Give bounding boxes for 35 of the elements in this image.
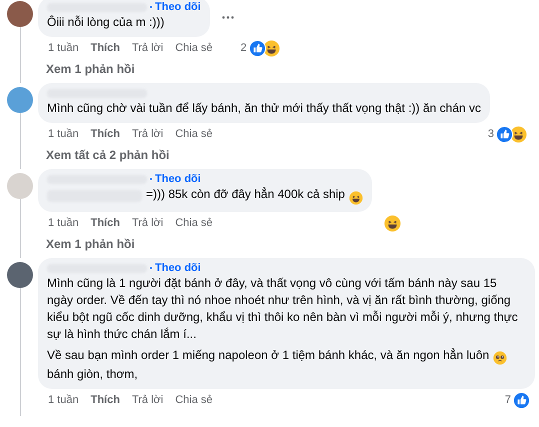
view-replies-link[interactable]: Xem tất cả 2 phản hồi [38, 145, 535, 164]
reply-button[interactable]: Trả lời [132, 40, 164, 56]
view-replies-link[interactable]: Xem 1 phản hồi [38, 59, 535, 78]
comment-text: Ôiii nỗi lòng của m :))) [47, 14, 164, 31]
like-button[interactable]: Thích [90, 126, 120, 142]
follow-link[interactable]: Theo dõi [155, 170, 201, 188]
share-button[interactable]: Chia sẻ [175, 126, 212, 142]
share-button[interactable]: Chia sẻ [175, 214, 212, 232]
follow-link[interactable]: Theo dõi [155, 0, 201, 16]
comment-text: Mình cũng là 1 người đặt bánh ở đây, và thất vọng vô cùng với tấm bánh này sau 15 ngày order. Về đến tay thì nó nhoe nhoét như trên hình, và vị ăn rất bình thường, giống kiểu bột ngũ cốc dinh dưỡng, khẩu vị thì thôi ko nên bàn vì mỗi người mỗi ý, nhưng thực sự là hình thức chán lắm í... [47, 275, 519, 343]
like-button[interactable]: Thích [90, 392, 120, 408]
avatar[interactable] [7, 87, 33, 113]
reply-button[interactable]: Trả lời [132, 214, 164, 232]
comment-time[interactable]: 1 tuần [48, 392, 79, 408]
reply-button[interactable]: Trả lời [132, 392, 164, 408]
share-button[interactable]: Chia sẻ [175, 392, 212, 408]
comment-text: Về sau bạn mình order 1 miếng napoleon ở 1 tiệm bánh khác, và ăn ngon hẳn luôn [47, 347, 508, 366]
share-button[interactable]: Chia sẻ [175, 40, 212, 56]
avatar[interactable] [7, 1, 33, 27]
more-options-icon[interactable] [222, 16, 234, 18]
comment-time[interactable]: 1 tuần [48, 40, 79, 56]
comment-time[interactable]: 1 tuần [48, 126, 79, 142]
comment-time[interactable]: 1 tuần [48, 214, 79, 232]
reaction-count[interactable]: 2 [240, 40, 247, 56]
reaction-count[interactable]: 7 [504, 392, 511, 408]
reply-button[interactable]: Trả lời [132, 126, 164, 142]
avatar[interactable] [7, 262, 33, 288]
like-button[interactable]: Thích [90, 40, 120, 56]
comment-text: =))) 85k còn đỡ đây hẳn 400k cả ship [146, 186, 363, 206]
view-replies-link[interactable]: Xem 1 phản hồi [38, 234, 535, 253]
comment-text: bánh giòn, thơm, [47, 366, 139, 383]
reaction-count[interactable]: 3 [488, 126, 494, 142]
like-button[interactable]: Thích [90, 214, 120, 232]
follow-link[interactable]: Theo dõi [155, 260, 201, 276]
comment-text: Mình cũng chờ vài tuần để lấy bánh, ăn thử mới thấy thất vọng thật :)) ăn chán vc [47, 100, 482, 117]
